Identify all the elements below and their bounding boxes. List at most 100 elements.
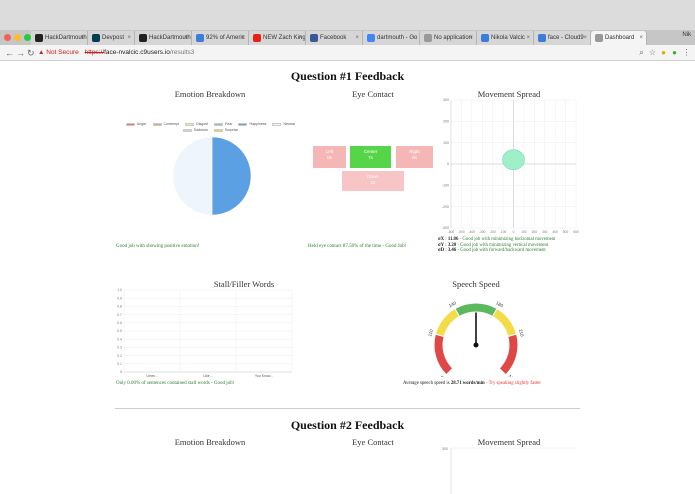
profile-button[interactable]: Nik [682, 32, 691, 38]
gauge-hub [473, 342, 479, 348]
extension-check-icon[interactable]: ● [670, 48, 679, 57]
y-tick-label: 0.4 [117, 337, 122, 341]
y-tick-label: -300 [442, 226, 449, 230]
y-tick-label: 300 [443, 98, 449, 102]
eye-down-value: 1s [370, 180, 376, 185]
browser-tab[interactable]: Devpost × [88, 31, 135, 45]
legend-swatch [213, 128, 223, 132]
legend-entry[interactable]: Surprise [213, 128, 238, 132]
legend-entry[interactable]: Sadness [182, 128, 208, 132]
menu-icon[interactable]: ⋮ [682, 48, 691, 57]
gauge-zone-moderate-low [434, 307, 461, 338]
gauge-tick-label: 70 [439, 374, 446, 377]
browser-tab[interactable]: NEW Zach King × [249, 31, 306, 45]
reload-icon[interactable]: ↻ [27, 47, 35, 59]
tab-close-icon[interactable]: × [583, 31, 587, 45]
x-tick-label: 300 [542, 230, 548, 234]
not-secure-label: Not Secure [46, 49, 79, 56]
search-icon[interactable]: ⌕ [637, 48, 646, 57]
gauge-zone-slow [433, 333, 454, 376]
y-tick-label: 200 [443, 120, 449, 124]
browser-tab[interactable]: dartmouth - Go × [363, 31, 420, 45]
tab-favicon-icon [139, 34, 147, 42]
url-field[interactable]: ▲ Not Secure https://face-nvalcic.c9user… [38, 47, 638, 59]
url-protocol: https:// [84, 49, 105, 56]
gauge-tick-label: 180 [495, 300, 504, 308]
gauge-tick-label: 210 [518, 329, 525, 338]
tab-label: Dashboard [605, 35, 635, 41]
eye-left-box: Left 0s [313, 146, 346, 168]
category-label: Umm... [146, 374, 157, 378]
q2-movement-scatter-chart: 300 [442, 447, 578, 494]
tab-close-icon[interactable]: × [184, 31, 188, 45]
tab-close-icon[interactable]: × [127, 31, 131, 45]
y-tick-label: 0.6 [117, 321, 122, 325]
tab-label: face - Cloud9 [548, 35, 584, 41]
x-tick-label: -100 [500, 230, 507, 234]
legend-label: Happiness [249, 122, 267, 126]
emotion-feedback: Good job with showing positive emotion! [116, 244, 200, 249]
forward-icon[interactable]: → [16, 47, 25, 59]
tab-close-icon[interactable]: × [355, 31, 359, 45]
tab-close-icon[interactable]: × [526, 31, 530, 45]
gauge-tick-label: 140 [448, 300, 457, 308]
tab-label: Devpost [102, 35, 125, 41]
extension-icon[interactable]: ● [659, 48, 668, 57]
y-tick-label: 0.9 [117, 296, 122, 300]
emotion-pie-chart [172, 136, 252, 216]
legend-entry[interactable]: Fear [214, 122, 232, 126]
bookmark-star-icon[interactable]: ☆ [648, 48, 657, 57]
tab-label: dartmouth - Go [377, 35, 418, 41]
browser-tab[interactable]: Nikola Valcic × [477, 31, 534, 45]
legend-label: Neutral [283, 122, 296, 126]
eye-center-value: 7s [368, 155, 373, 160]
eye-left-value: 0s [327, 155, 332, 160]
legend-label: Disgust [196, 122, 209, 126]
tab-close-icon[interactable]: × [469, 31, 473, 45]
back-icon[interactable]: ← [5, 47, 14, 59]
tab-close-icon[interactable]: × [241, 31, 245, 45]
tab-close-icon[interactable]: × [639, 31, 643, 45]
y-tick-label: 0 [447, 162, 449, 166]
pie-slice-neutral[interactable] [172, 136, 213, 216]
legend-entry[interactable]: Happiness [238, 122, 266, 126]
legend-entry[interactable]: Anger [125, 122, 147, 126]
maximize-window-icon[interactable] [24, 34, 31, 41]
speech-speed-title: Speech Speed [452, 279, 500, 289]
speech-speed-gauge: 70110140180210250 [427, 300, 525, 377]
tab-favicon-icon [424, 34, 432, 42]
browser-tab-bar: HackDartmouth × Devpost × HackDartmouth × 92% … [0, 0, 695, 45]
legend-label: Fear [225, 122, 233, 126]
minimize-window-icon[interactable] [14, 34, 21, 41]
legend-label: Sadness [193, 128, 208, 132]
legend-swatch [214, 122, 224, 126]
x-tick-label: -200 [489, 230, 496, 234]
close-window-icon[interactable] [4, 34, 11, 41]
legend-entry[interactable]: Neutral [272, 122, 295, 126]
legend-swatch [238, 122, 248, 126]
browser-tab[interactable]: Facebook × [306, 31, 363, 45]
eye-center-box: Center 7s [350, 146, 391, 168]
tab-favicon-icon [253, 34, 261, 42]
pie-slice-happiness[interactable] [211, 136, 252, 216]
tab-close-icon[interactable]: × [412, 31, 416, 45]
legend-entry[interactable]: Disgust [185, 122, 208, 126]
tab-label: 92% of Americ [206, 35, 245, 41]
tab-close-icon[interactable]: × [298, 31, 302, 45]
legend-entry[interactable]: Contempt [152, 122, 180, 126]
browser-tab[interactable]: Dashboard × [591, 31, 647, 45]
y-tick-label: 0.2 [117, 354, 122, 358]
y-tick-label: -100 [442, 184, 449, 188]
warning-icon: ▲ [38, 49, 45, 56]
browser-tab[interactable]: HackDartmouth × [135, 31, 192, 45]
x-tick-label: -600 [448, 230, 455, 234]
tab-close-icon[interactable]: × [80, 31, 84, 45]
browser-tab[interactable]: HackDartmouth × [31, 31, 88, 45]
browser-tab[interactable]: No application × [420, 31, 477, 45]
q2-emotion-breakdown-title: Emotion Breakdown [174, 437, 246, 447]
browser-tab[interactable]: 92% of Americ × [192, 31, 249, 45]
gauge-tick-label: 110 [427, 328, 434, 337]
legend-label: Contempt [163, 122, 180, 126]
y-tick-label: 0.5 [117, 329, 122, 333]
browser-tab[interactable]: face - Cloud9 × [534, 31, 591, 45]
